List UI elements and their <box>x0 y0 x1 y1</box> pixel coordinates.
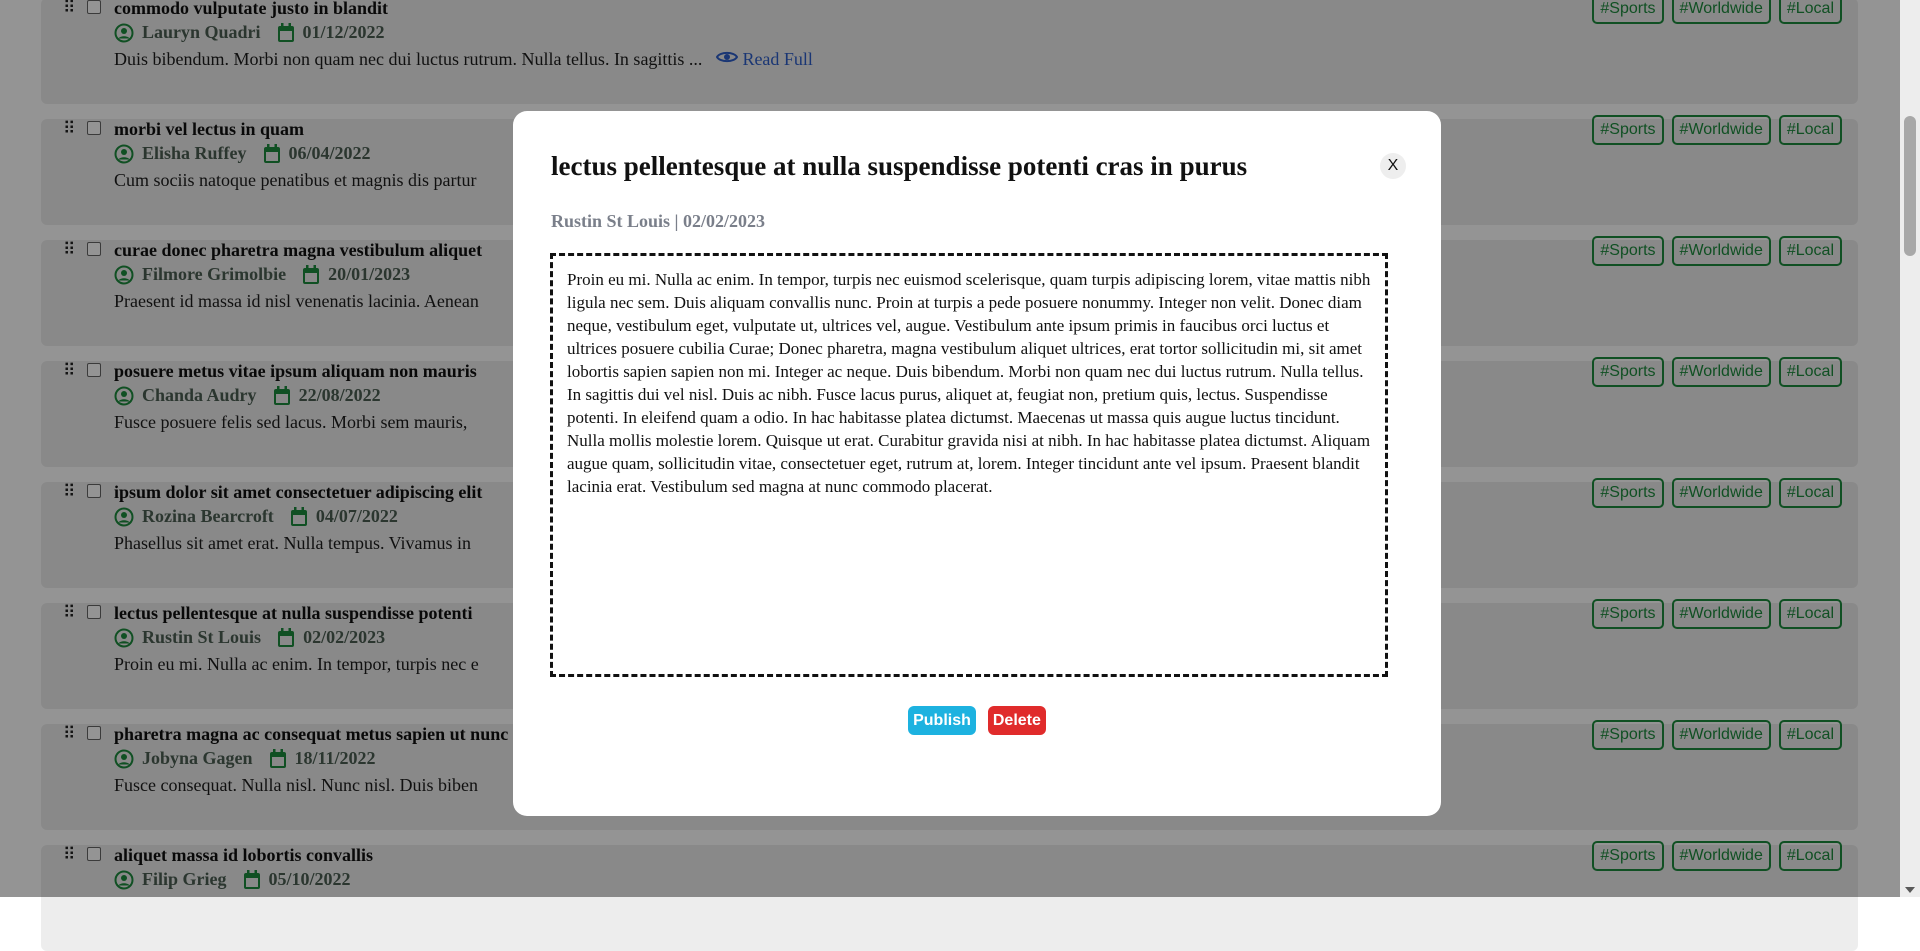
article-modal: lectus pellentesque at nulla suspendisse… <box>513 111 1441 816</box>
modal-actions: Publish Delete <box>513 706 1441 735</box>
close-button[interactable]: X <box>1380 153 1406 179</box>
scrollbar-thumb[interactable] <box>1904 116 1916 256</box>
modal-author-date: Rustin St Louis | 02/02/2023 <box>551 211 766 231</box>
article-body-editor[interactable]: Proin eu mi. Nulla ac enim. In tempor, t… <box>550 253 1388 677</box>
scroll-down-arrow-icon[interactable] <box>1905 887 1915 893</box>
publish-button[interactable]: Publish <box>908 706 976 735</box>
page-scrollbar[interactable] <box>1900 0 1920 897</box>
modal-title: lectus pellentesque at nulla suspendisse… <box>551 151 1248 181</box>
delete-button[interactable]: Delete <box>987 706 1046 735</box>
